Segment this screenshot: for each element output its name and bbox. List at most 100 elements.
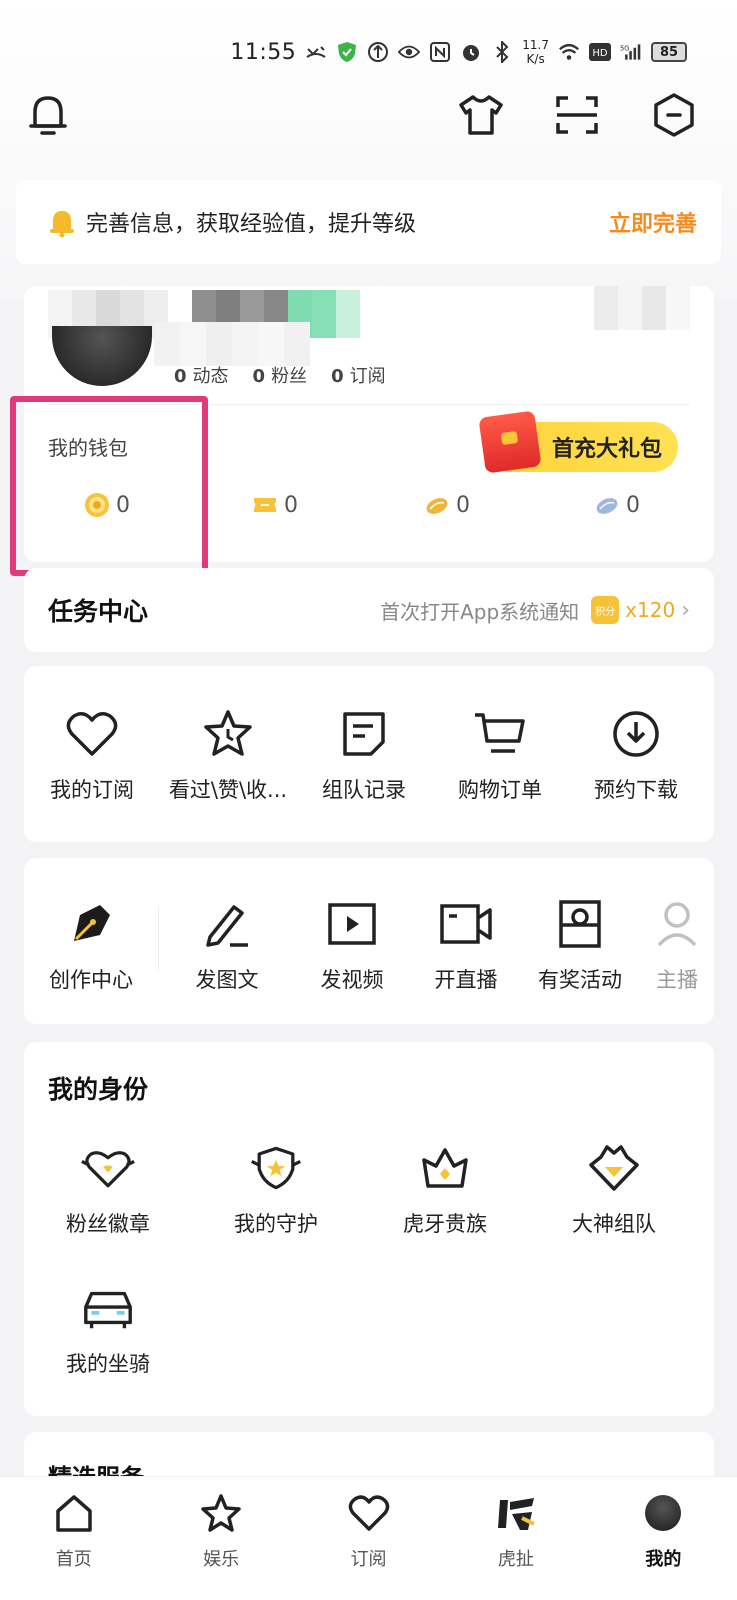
prize-box-icon xyxy=(559,900,601,948)
quick-item-label: 我的订阅 xyxy=(50,778,134,802)
creator-item-streamer[interactable]: 主播 xyxy=(637,896,714,994)
creator-item-events[interactable]: 有奖活动 xyxy=(523,896,637,994)
chevron-right-icon: › xyxy=(681,597,690,623)
avatar[interactable] xyxy=(52,326,152,386)
stat-subscriptions[interactable]: 0 订阅 xyxy=(331,362,386,388)
gift-label: 首充大礼包 xyxy=(551,437,662,462)
wallet-item-gold-seed[interactable]: 0 xyxy=(424,492,470,518)
car-icon xyxy=(84,1291,132,1329)
points-badge-label: 积分 xyxy=(595,606,616,618)
top-actions xyxy=(0,90,737,146)
wallet-item-silver-seed[interactable]: 0 xyxy=(594,492,640,518)
identity-item-label: 虎牙贵族 xyxy=(403,1212,487,1236)
alarm-icon xyxy=(460,41,482,63)
heart-icon xyxy=(66,712,118,756)
creator-item-go-live[interactable]: 开直播 xyxy=(409,896,523,994)
user-icon xyxy=(657,902,697,947)
identity-item-team[interactable]: 大神组队 xyxy=(530,1140,698,1238)
wifi-icon xyxy=(558,41,580,63)
scan-button[interactable] xyxy=(552,90,602,140)
profile-stats: 0 动态 0 粉丝 0 订阅 xyxy=(174,362,386,388)
ticket-icon xyxy=(254,498,276,512)
nav-label: 订阅 xyxy=(350,1549,387,1570)
identity-item-noble[interactable]: 虎牙贵族 xyxy=(360,1140,530,1238)
points-badge: 积分 xyxy=(591,596,620,624)
nav-label: 首页 xyxy=(55,1549,92,1570)
silver-seed-value: 0 xyxy=(626,492,640,518)
annotation-highlight-box xyxy=(10,396,208,576)
network-speed: 11.7 K/s xyxy=(522,38,549,66)
fan-badge-icon xyxy=(81,1151,135,1188)
quick-item-subscriptions[interactable]: 我的订阅 xyxy=(24,706,160,804)
nav-label: 虎扯 xyxy=(497,1549,534,1570)
quick-item-history[interactable]: 看过\赞\收... xyxy=(160,706,296,804)
quick-item-orders[interactable]: 购物订单 xyxy=(432,706,568,804)
pencil-icon xyxy=(206,905,248,947)
dress-up-button[interactable] xyxy=(456,90,506,140)
bottom-navigation: 首页 娱乐 订阅 虎扯 我的 xyxy=(0,1476,737,1600)
complete-now-link[interactable]: 立即完善 xyxy=(609,206,697,238)
identity-item-mount[interactable]: 我的坐骑 xyxy=(24,1280,192,1378)
nav-huche[interactable]: 虎扯 xyxy=(442,1477,589,1600)
silver-seed-icon xyxy=(596,498,618,514)
avatar xyxy=(645,1495,682,1531)
settings-hex-icon xyxy=(654,93,694,137)
nav-label: 娱乐 xyxy=(203,1549,240,1570)
identity-item-guardian[interactable]: 我的守护 xyxy=(192,1140,360,1238)
quick-item-label: 预约下载 xyxy=(594,778,678,802)
camera-icon xyxy=(440,904,492,944)
missed-call-icon xyxy=(305,41,327,63)
heart-icon xyxy=(348,1495,389,1531)
creator-item-label: 发图文 xyxy=(195,968,259,992)
creator-item-label: 发视频 xyxy=(320,968,384,992)
quick-item-label: 组队记录 xyxy=(322,778,406,802)
blurred-level-badges xyxy=(154,322,310,366)
notification-bell-button[interactable] xyxy=(23,90,73,140)
quick-item-downloads[interactable]: 预约下载 xyxy=(568,706,704,804)
identity-item-label: 我的守护 xyxy=(234,1212,318,1236)
profile-completion-banner[interactable]: 完善信息，获取经验值，提升等级 立即完善 xyxy=(16,180,721,264)
guardian-shield-icon xyxy=(251,1146,301,1190)
status-bar: 11:55 11.7 K/s HD 5G 85 xyxy=(0,30,737,74)
quick-item-label: 看过\赞\收... xyxy=(168,778,288,802)
star-icon xyxy=(201,1494,241,1532)
identity-item-label: 大神组队 xyxy=(572,1212,656,1236)
quick-item-team-records[interactable]: 组队记录 xyxy=(296,706,432,804)
creator-item-label: 创作中心 xyxy=(49,968,133,992)
status-time: 11:55 xyxy=(230,39,297,65)
creator-item-label: 主播 xyxy=(656,968,698,992)
nav-home[interactable]: 首页 xyxy=(0,1477,147,1600)
nav-subscriptions[interactable]: 订阅 xyxy=(295,1477,442,1600)
stat-fans[interactable]: 0 粉丝 xyxy=(253,362,308,388)
task-center-row[interactable]: 任务中心 首次打开App系统通知 积分 x120 › xyxy=(24,568,714,652)
stat-posts[interactable]: 0 动态 xyxy=(174,362,229,388)
wallet-item-ticket[interactable]: 0 xyxy=(252,492,298,518)
scan-icon xyxy=(556,96,598,134)
nav-entertainment[interactable]: 娱乐 xyxy=(147,1477,294,1600)
crown-icon xyxy=(422,1148,468,1188)
task-hint: 首次打开App系统通知 xyxy=(380,599,580,624)
star-clock-icon xyxy=(204,710,252,756)
identity-item-label: 粉丝徽章 xyxy=(66,1212,150,1236)
identity-title: 我的身份 xyxy=(48,1075,149,1104)
document-icon xyxy=(343,712,385,756)
ticket-value: 0 xyxy=(284,492,298,518)
settings-button[interactable] xyxy=(649,90,699,140)
identity-item-fan-badge[interactable]: 粉丝徽章 xyxy=(24,1140,192,1238)
home-icon xyxy=(55,1495,92,1532)
shield-check-icon xyxy=(336,41,358,63)
nav-me[interactable]: 我的 xyxy=(590,1477,737,1600)
creator-item-label: 开直播 xyxy=(434,968,498,992)
data-saver-icon xyxy=(367,41,389,63)
creator-item-center[interactable]: 创作中心 xyxy=(24,896,158,994)
task-center-title: 任务中心 xyxy=(48,597,149,626)
video-play-icon xyxy=(328,903,376,945)
pen-nib-icon xyxy=(74,905,110,941)
bluetooth-icon xyxy=(491,41,513,63)
identity-card: 我的身份 粉丝徽章 我的守护 虎牙贵族 大神组队 我的坐骑 xyxy=(24,1042,714,1416)
creator-item-post-video[interactable]: 发视频 xyxy=(295,896,409,994)
net-speed-value: 11.7 xyxy=(522,38,549,52)
gold-seed-value: 0 xyxy=(456,492,470,518)
creator-item-post-image[interactable]: 发图文 xyxy=(159,896,295,994)
shopping-cart-icon xyxy=(475,713,525,753)
